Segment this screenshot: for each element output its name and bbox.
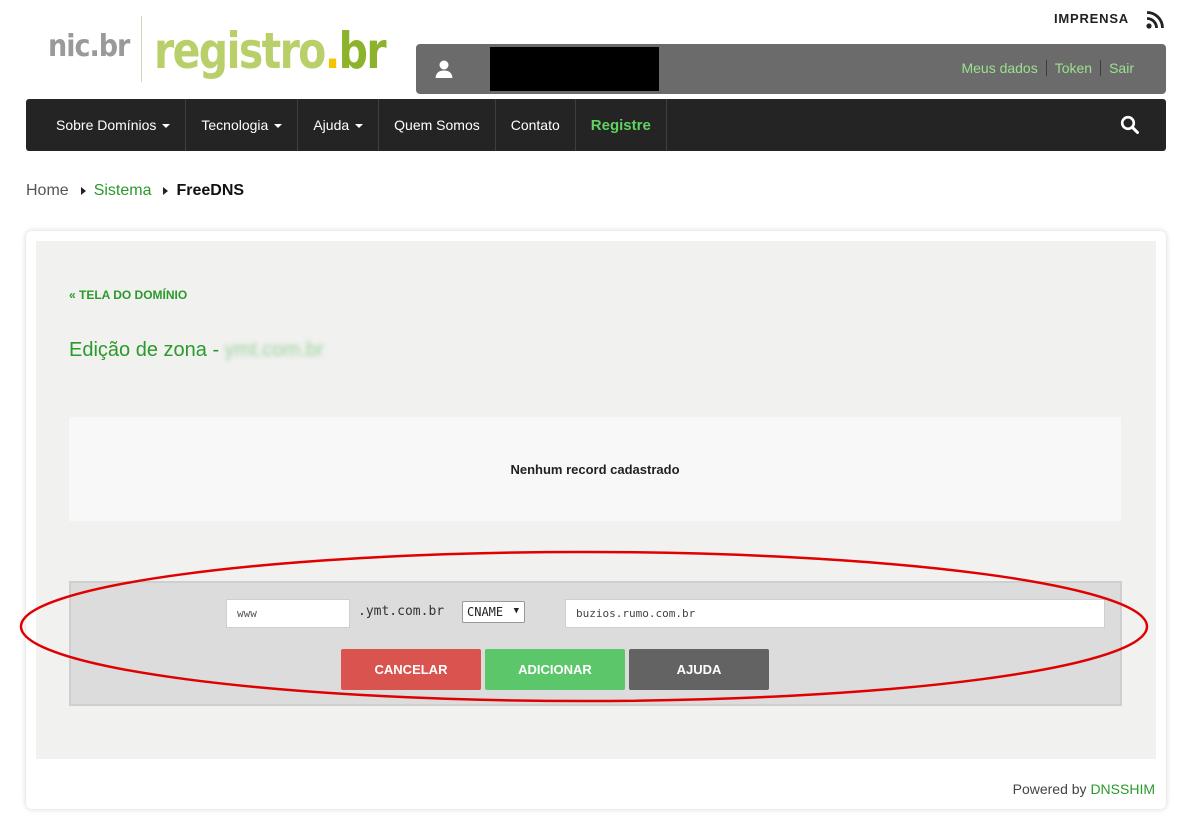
main-nav: Sobre Domínios Tecnologia Ajuda Quem Som… <box>26 99 1166 151</box>
meus-dados-link[interactable]: Meus dados <box>961 60 1037 76</box>
user-bar: Meus dados Token Sair <box>416 44 1166 94</box>
redacted-username <box>490 47 659 91</box>
page-title: Edição de zona - ymt.com.br <box>69 339 324 362</box>
record-type-value: CNAME <box>467 605 504 619</box>
page-title-text: Edição de zona - <box>69 339 225 361</box>
breadcrumb-arrow-icon <box>80 187 86 195</box>
zone-card: « TELA DO DOMÍNIO Edição de zona - ymt.c… <box>26 231 1166 809</box>
add-record-form: www .ymt.com.br CNAME ▼ buzios.rumo.com.b… <box>69 581 1122 706</box>
nav-ajuda[interactable]: Ajuda <box>298 99 380 151</box>
logo-nic: nic.br <box>48 29 130 64</box>
logo-br: br <box>339 22 387 80</box>
record-name-input[interactable]: www <box>226 599 350 628</box>
zone-domain: ymt.com.br <box>224 339 324 361</box>
site-logo[interactable]: nic.br registro.br <box>48 12 436 82</box>
nav-label: Sobre Domínios <box>56 117 157 133</box>
breadcrumb-current: FreeDNS <box>176 182 245 199</box>
chevron-down-icon <box>355 124 364 128</box>
chevron-down-icon <box>274 124 283 128</box>
cancel-button[interactable]: CANCELAR <box>341 649 481 690</box>
nav-registre[interactable]: Registre <box>576 99 667 151</box>
empty-message: Nenhum record cadastrado <box>510 461 680 477</box>
powered-prefix: Powered by <box>1012 781 1091 797</box>
chevron-down-icon <box>162 124 171 128</box>
token-link[interactable]: Token <box>1055 60 1092 76</box>
logo-registro-text: registro <box>154 22 326 80</box>
zone-panel: « TELA DO DOMÍNIO Edição de zona - ymt.c… <box>36 241 1156 759</box>
nav-quem-somos[interactable]: Quem Somos <box>379 99 496 151</box>
breadcrumb-home[interactable]: Home <box>26 182 69 200</box>
breadcrumb: Home Sistema FreeDNS <box>26 182 244 200</box>
logo-dot: . <box>325 22 341 80</box>
logo-registro: registro.br <box>154 26 387 76</box>
nav-label: Registre <box>590 116 651 134</box>
record-target-input[interactable]: buzios.rumo.com.br <box>565 599 1105 628</box>
powered-by: Powered by DNSSHIM <box>1013 781 1155 797</box>
nav-label: Contato <box>510 117 560 133</box>
user-links: Meus dados Token Sair <box>961 60 1134 76</box>
dnsshim-link[interactable]: DNSSHIM <box>1090 781 1155 797</box>
imprensa-link[interactable]: IMPRENSA <box>1054 11 1129 26</box>
breadcrumb-arrow-icon <box>163 187 169 195</box>
rss-icon[interactable] <box>1145 10 1165 30</box>
nav-contato[interactable]: Contato <box>496 99 576 151</box>
record-type-select[interactable]: CNAME ▼ <box>462 601 525 623</box>
nav-label: Quem Somos <box>394 117 480 133</box>
back-to-domain-link[interactable]: « TELA DO DOMÍNIO <box>69 288 187 302</box>
nav-label: Ajuda <box>313 117 350 133</box>
nav-tecnologia[interactable]: Tecnologia <box>186 99 299 151</box>
sair-link[interactable]: Sair <box>1109 60 1134 76</box>
logo-separator <box>141 16 143 82</box>
domain-suffix: .ymt.com.br <box>358 604 445 619</box>
link-separator <box>1045 60 1047 76</box>
user-icon <box>435 60 453 78</box>
search-icon[interactable] <box>1120 115 1140 135</box>
add-button[interactable]: ADICIONAR <box>485 649 625 690</box>
link-separator <box>1100 60 1102 76</box>
records-empty-state: Nenhum record cadastrado <box>69 417 1121 521</box>
breadcrumb-sistema[interactable]: Sistema <box>94 182 152 200</box>
dropdown-arrow-icon: ▼ <box>513 606 519 616</box>
nav-label: Tecnologia <box>201 117 269 133</box>
help-button[interactable]: AJUDA <box>629 649 769 690</box>
nav-sobre-dominios[interactable]: Sobre Domínios <box>41 99 187 151</box>
